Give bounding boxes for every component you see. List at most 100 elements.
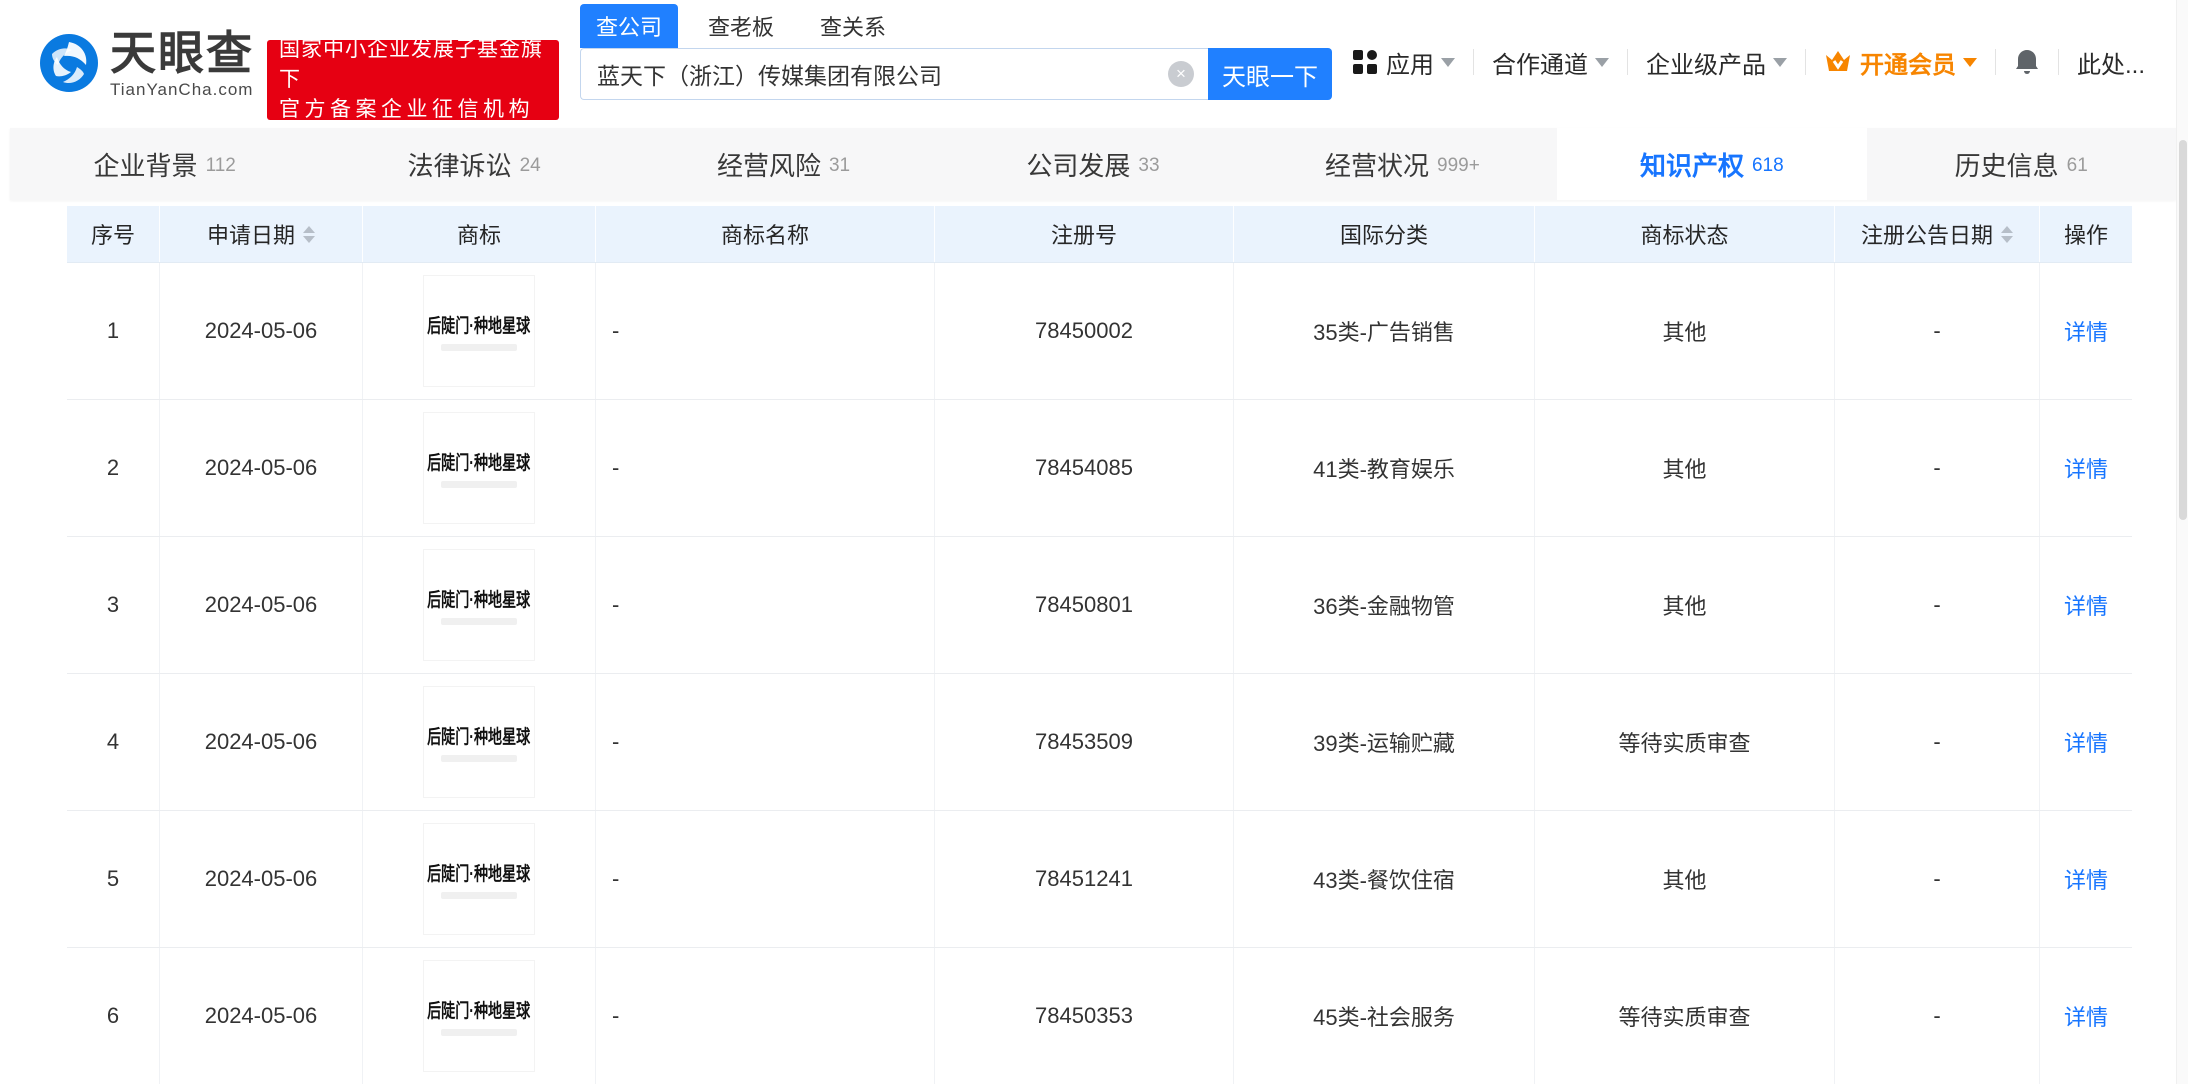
logo-domain: TianYanCha.com xyxy=(110,80,254,99)
trademark-image[interactable]: 后陡门·种地星球 xyxy=(423,549,535,661)
trademark-image-text: 后陡门·种地星球 xyxy=(427,453,531,474)
cell-trademark-name: - xyxy=(596,537,935,673)
divider xyxy=(1473,49,1474,75)
trademark-table: 序号 申请日期 商标 商标名称 注册号 国际分类 商标状态 注册公告日期 操作 … xyxy=(67,206,2132,1084)
cell-trademark: 后陡门·种地星球 xyxy=(363,400,596,536)
cell-trademark-name: - xyxy=(596,674,935,810)
cell-index: 4 xyxy=(67,674,160,810)
trademark-image[interactable]: 后陡门·种地星球 xyxy=(423,686,535,798)
logo-title: 天眼查 xyxy=(110,27,254,79)
divider xyxy=(1995,49,1996,75)
col-header-announce-date[interactable]: 注册公告日期 xyxy=(1835,206,2040,262)
search-input[interactable] xyxy=(580,48,1208,100)
sort-icon[interactable] xyxy=(2001,225,2013,243)
site-header: 天眼查 TianYanCha.com 国家中小企业发展子基金旗下 官方备案企业征… xyxy=(0,0,2188,126)
cell-action: 详情 xyxy=(2040,948,2132,1084)
search-tab-relation[interactable]: 查关系 xyxy=(804,4,902,48)
col-header-reg-no: 注册号 xyxy=(935,206,1234,262)
search-tab-company[interactable]: 查公司 xyxy=(580,4,679,48)
scrollbar-thumb[interactable] xyxy=(2179,140,2187,520)
nav-apps[interactable]: 应用 xyxy=(1352,45,1455,80)
cell-action: 详情 xyxy=(2040,674,2132,810)
detail-link[interactable]: 详情 xyxy=(2064,315,2108,347)
chevron-down-icon xyxy=(1773,57,1787,67)
tab-count: 61 xyxy=(2066,154,2088,176)
cell-trademark-name: - xyxy=(596,400,935,536)
trademark-image[interactable]: 后陡门·种地星球 xyxy=(423,960,535,1072)
nav-enterprise[interactable]: 企业级产品 xyxy=(1646,45,1787,80)
nav-apps-label: 应用 xyxy=(1386,51,1434,79)
search-tab-boss[interactable]: 查老板 xyxy=(692,4,790,48)
tab-company-background[interactable]: 企业背景 112 xyxy=(10,128,319,200)
table-row: 4 2024-05-06 后陡门·种地星球 - 78453509 39类-运输贮… xyxy=(67,674,2132,811)
detail-link[interactable]: 详情 xyxy=(2064,589,2108,621)
tab-legal-litigation[interactable]: 法律诉讼 24 xyxy=(319,128,628,200)
cell-announce-date: - xyxy=(1835,811,2040,947)
sort-icon[interactable] xyxy=(303,225,315,243)
cell-trademark: 后陡门·种地星球 xyxy=(363,674,596,810)
table-row: 5 2024-05-06 后陡门·种地星球 - 78451241 43类-餐饮住… xyxy=(67,811,2132,948)
cell-index: 6 xyxy=(67,948,160,1084)
tab-label: 知识产权 xyxy=(1639,150,1744,181)
tab-operation-status[interactable]: 经营状况 999+ xyxy=(1248,128,1557,200)
clear-search-icon[interactable]: × xyxy=(1168,61,1194,87)
tab-count: 31 xyxy=(828,154,851,176)
tab-operation-risk[interactable]: 经营风险 31 xyxy=(629,128,938,200)
cell-trademark: 后陡门·种地星球 xyxy=(363,948,596,1084)
nav-open-member[interactable]: 开通会员 xyxy=(1824,45,1977,80)
col-header-apply-date[interactable]: 申请日期 xyxy=(160,206,363,262)
nav-partner[interactable]: 合作通道 xyxy=(1492,45,1609,80)
tab-label: 公司发展 xyxy=(1026,150,1131,181)
tianyancha-logo-icon[interactable] xyxy=(40,34,98,92)
crown-icon xyxy=(1824,49,1852,75)
table-row: 2 2024-05-06 后陡门·种地星球 - 78454085 41类-教育娱… xyxy=(67,400,2132,537)
cell-trademark-name: - xyxy=(596,263,935,399)
trademark-image-text: 后陡门·种地星球 xyxy=(427,727,531,748)
tab-count: 24 xyxy=(519,154,541,176)
detail-link[interactable]: 详情 xyxy=(2064,726,2108,758)
search-button[interactable]: 天眼一下 xyxy=(1208,48,1332,100)
user-name-label: 此处... xyxy=(2077,51,2146,79)
tab-company-development[interactable]: 公司发展 33 xyxy=(938,128,1247,200)
user-menu[interactable]: 此处... xyxy=(2077,45,2188,80)
tab-history-info[interactable]: 历史信息 61 xyxy=(1867,128,2176,200)
divider xyxy=(2058,49,2059,75)
cell-status: 其他 xyxy=(1535,537,1835,673)
tab-intellectual-property[interactable]: 知识产权 618 xyxy=(1557,128,1867,200)
logo-text[interactable]: 天眼查 TianYanCha.com xyxy=(110,28,254,100)
cell-index: 5 xyxy=(67,811,160,947)
cell-apply-date: 2024-05-06 xyxy=(160,811,363,947)
cell-apply-date: 2024-05-06 xyxy=(160,674,363,810)
cell-intl-class: 45类-社会服务 xyxy=(1234,948,1535,1084)
trademark-image[interactable]: 后陡门·种地星球 xyxy=(423,275,535,387)
detail-link[interactable]: 详情 xyxy=(2064,1000,2108,1032)
gov-certification-badge: 国家中小企业发展子基金旗下 官方备案企业征信机构 xyxy=(267,38,559,121)
cell-apply-date: 2024-05-06 xyxy=(160,537,363,673)
chevron-down-icon xyxy=(1963,57,1977,67)
cell-intl-class: 43类-餐饮住宿 xyxy=(1234,811,1535,947)
trademark-image[interactable]: 后陡门·种地星球 xyxy=(423,412,535,524)
tab-count: 999+ xyxy=(1437,154,1480,176)
cell-intl-class: 36类-金融物管 xyxy=(1234,537,1535,673)
page-scrollbar[interactable] xyxy=(2176,0,2188,1084)
cell-apply-date: 2024-05-06 xyxy=(160,948,363,1084)
notification-bell[interactable] xyxy=(2014,48,2040,76)
cell-intl-class: 39类-运输贮藏 xyxy=(1234,674,1535,810)
tab-count: 112 xyxy=(205,154,236,176)
cell-trademark: 后陡门·种地星球 xyxy=(363,263,596,399)
cell-intl-class: 41类-教育娱乐 xyxy=(1234,400,1535,536)
detail-link[interactable]: 详情 xyxy=(2064,863,2108,895)
trademark-image[interactable]: 后陡门·种地星球 xyxy=(423,823,535,935)
col-label: 申请日期 xyxy=(206,223,295,248)
trademark-image-text: 后陡门·种地星球 xyxy=(427,1001,531,1022)
cell-reg-no: 78450353 xyxy=(935,948,1234,1084)
cell-intl-class: 35类-广告销售 xyxy=(1234,263,1535,399)
detail-link[interactable]: 详情 xyxy=(2064,452,2108,484)
trademark-image-text: 后陡门·种地星球 xyxy=(427,316,531,337)
tab-label: 法律诉讼 xyxy=(407,150,512,181)
cell-trademark: 后陡门·种地星球 xyxy=(363,811,596,947)
divider xyxy=(1627,49,1628,75)
cell-apply-date: 2024-05-06 xyxy=(160,263,363,399)
cell-trademark: 后陡门·种地星球 xyxy=(363,537,596,673)
nav-partner-label: 合作通道 xyxy=(1492,51,1588,79)
